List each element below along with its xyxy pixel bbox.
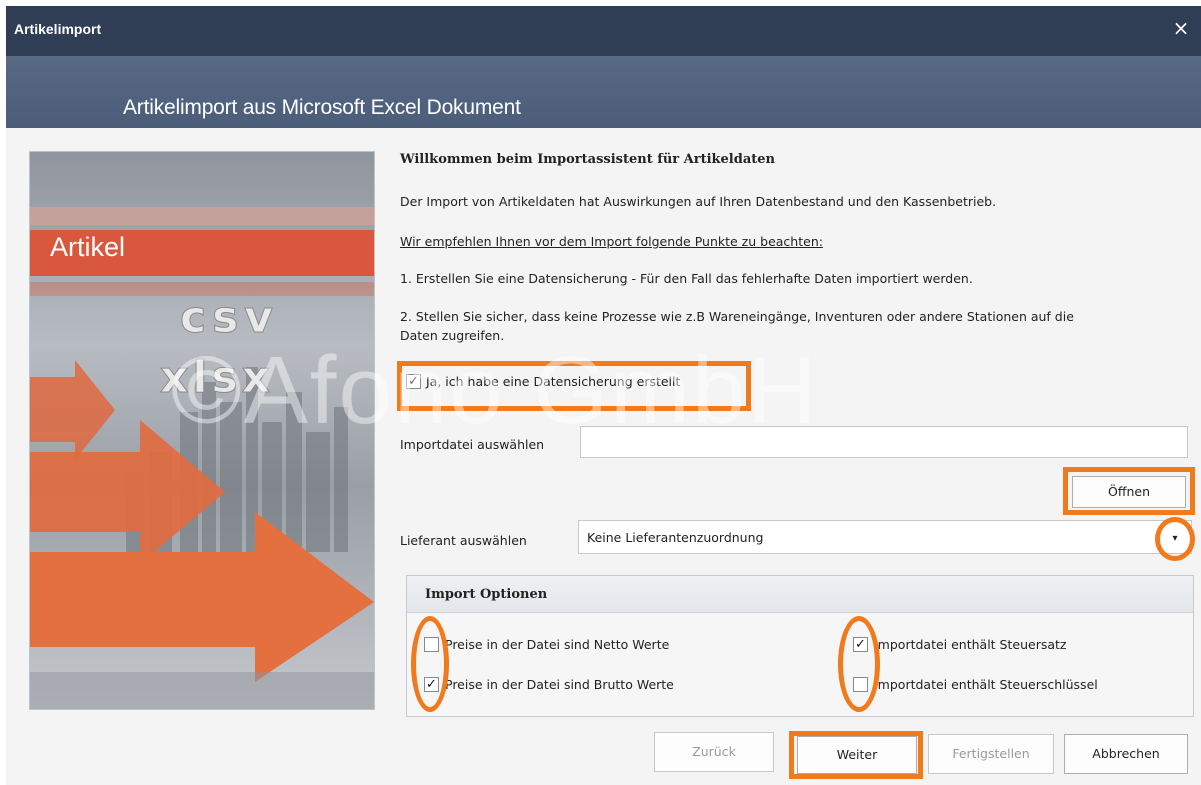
cancel-button[interactable]: Abbrechen bbox=[1064, 734, 1188, 774]
dialog-header: Artikelimport aus Microsoft Excel Dokume… bbox=[6, 56, 1201, 128]
csv-label: csv bbox=[180, 292, 279, 344]
close-icon[interactable]: × bbox=[1171, 17, 1191, 39]
import-file-input[interactable] bbox=[580, 426, 1188, 458]
highlight-backup bbox=[397, 361, 751, 411]
finish-button[interactable]: Fertigstellen bbox=[928, 734, 1054, 774]
brutto-label: Preise in der Datei sind Brutto Werte bbox=[445, 677, 674, 692]
supplier-value: Keine Lieferantenzuordnung bbox=[587, 530, 764, 545]
welcome-heading: Willkommen beim Importassistent für Arti… bbox=[400, 152, 775, 167]
steuersatz-label: Importdatei enthält Steuersatz bbox=[874, 637, 1067, 652]
highlight-price-options bbox=[411, 616, 449, 712]
intro-text: Der Import von Artikeldaten hat Auswirku… bbox=[400, 194, 997, 209]
supplier-label: Lieferant auswählen bbox=[400, 533, 527, 548]
import-options-group: Import Optionen Preise in der Datei sind… bbox=[406, 575, 1194, 717]
title-bar: Artikelimport × bbox=[6, 6, 1201, 56]
highlight-dropdown bbox=[1155, 517, 1195, 561]
netto-label: Preise in der Datei sind Netto Werte bbox=[445, 637, 670, 652]
recommendation-text: Wir empfehlen Ihnen vor dem Import folge… bbox=[400, 234, 823, 249]
xlsx-label: xlsx bbox=[159, 352, 275, 404]
import-file-label: Importdatei auswählen bbox=[400, 437, 545, 452]
point-1-text: 1. Erstellen Sie eine Datensicherung - F… bbox=[400, 271, 973, 286]
side-illustration: Artikel csv xlsx bbox=[29, 151, 375, 710]
point-2-text: 2. Stellen Sie sicher, dass keine Prozes… bbox=[400, 309, 1074, 324]
supplier-select[interactable]: Keine Lieferantenzuordnung bbox=[578, 520, 1192, 554]
import-options-title: Import Optionen bbox=[425, 587, 548, 602]
window-title: Artikelimport bbox=[14, 21, 102, 37]
steuerschluessel-label: Importdatei enthält Steuerschlüssel bbox=[874, 677, 1098, 692]
highlight-tax-options bbox=[838, 616, 880, 712]
highlight-next bbox=[789, 731, 923, 779]
point-2-text-continued: Daten zugreifen. bbox=[400, 328, 505, 343]
back-button[interactable]: Zurück bbox=[654, 732, 774, 772]
artikel-label: Artikel bbox=[50, 232, 126, 262]
header-title: Artikelimport aus Microsoft Excel Dokume… bbox=[123, 96, 521, 119]
highlight-open bbox=[1063, 467, 1195, 515]
import-dialog: Artikelimport × Artikelimport aus Micros… bbox=[6, 6, 1201, 785]
